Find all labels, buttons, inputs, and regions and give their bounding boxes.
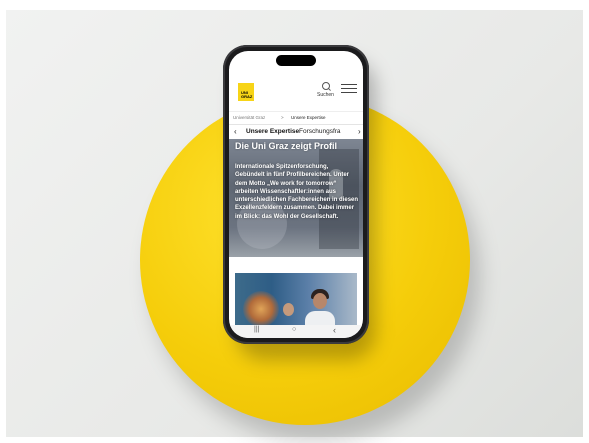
recents-icon[interactable]: ||| [254, 326, 259, 333]
breadcrumb-item-current: Unsere Expertise [291, 115, 326, 120]
android-nav-bar: ||| ○ ‹ [229, 325, 363, 338]
tabs-next-chevron-icon[interactable]: › [356, 127, 361, 136]
search-icon[interactable] [322, 82, 330, 90]
breadcrumb-item-home[interactable]: Universität Graz [233, 115, 265, 120]
hero-title: Die Uni Graz zeigt Profil [235, 141, 338, 151]
back-icon[interactable]: ‹ [333, 325, 336, 335]
phone-screen: UNI GRAZ Suchen Universität Graz > Unser… [229, 51, 363, 338]
section-tabs: ‹ Unsere Expertise Forschungsfra › [229, 124, 363, 140]
breadcrumb-separator: > [281, 115, 284, 120]
smartphone: UNI GRAZ Suchen Universität Graz > Unser… [223, 45, 369, 344]
logo-text: UNI GRAZ [241, 90, 253, 99]
search-label[interactable]: Suchen [317, 92, 334, 98]
site-header: UNI GRAZ Suchen [229, 69, 363, 109]
home-icon[interactable]: ○ [292, 326, 296, 333]
tabs-prev-chevron-icon[interactable]: ‹ [234, 127, 237, 136]
hero-text: Internationale Spitzenforschung, Gebünde… [235, 164, 359, 220]
tab-unsere-expertise[interactable]: Unsere Expertise [246, 128, 299, 135]
hamburger-menu-icon[interactable] [341, 84, 357, 94]
hero-section: Die Uni Graz zeigt Profil Internationale… [229, 139, 363, 257]
uni-graz-logo[interactable]: UNI GRAZ [238, 83, 254, 101]
breadcrumb: Universität Graz > Unsere Expertise [229, 111, 363, 124]
research-card-image[interactable] [235, 273, 357, 325]
dynamic-island [276, 55, 316, 66]
tab-forschungsfragen[interactable]: Forschungsfra [299, 128, 341, 135]
